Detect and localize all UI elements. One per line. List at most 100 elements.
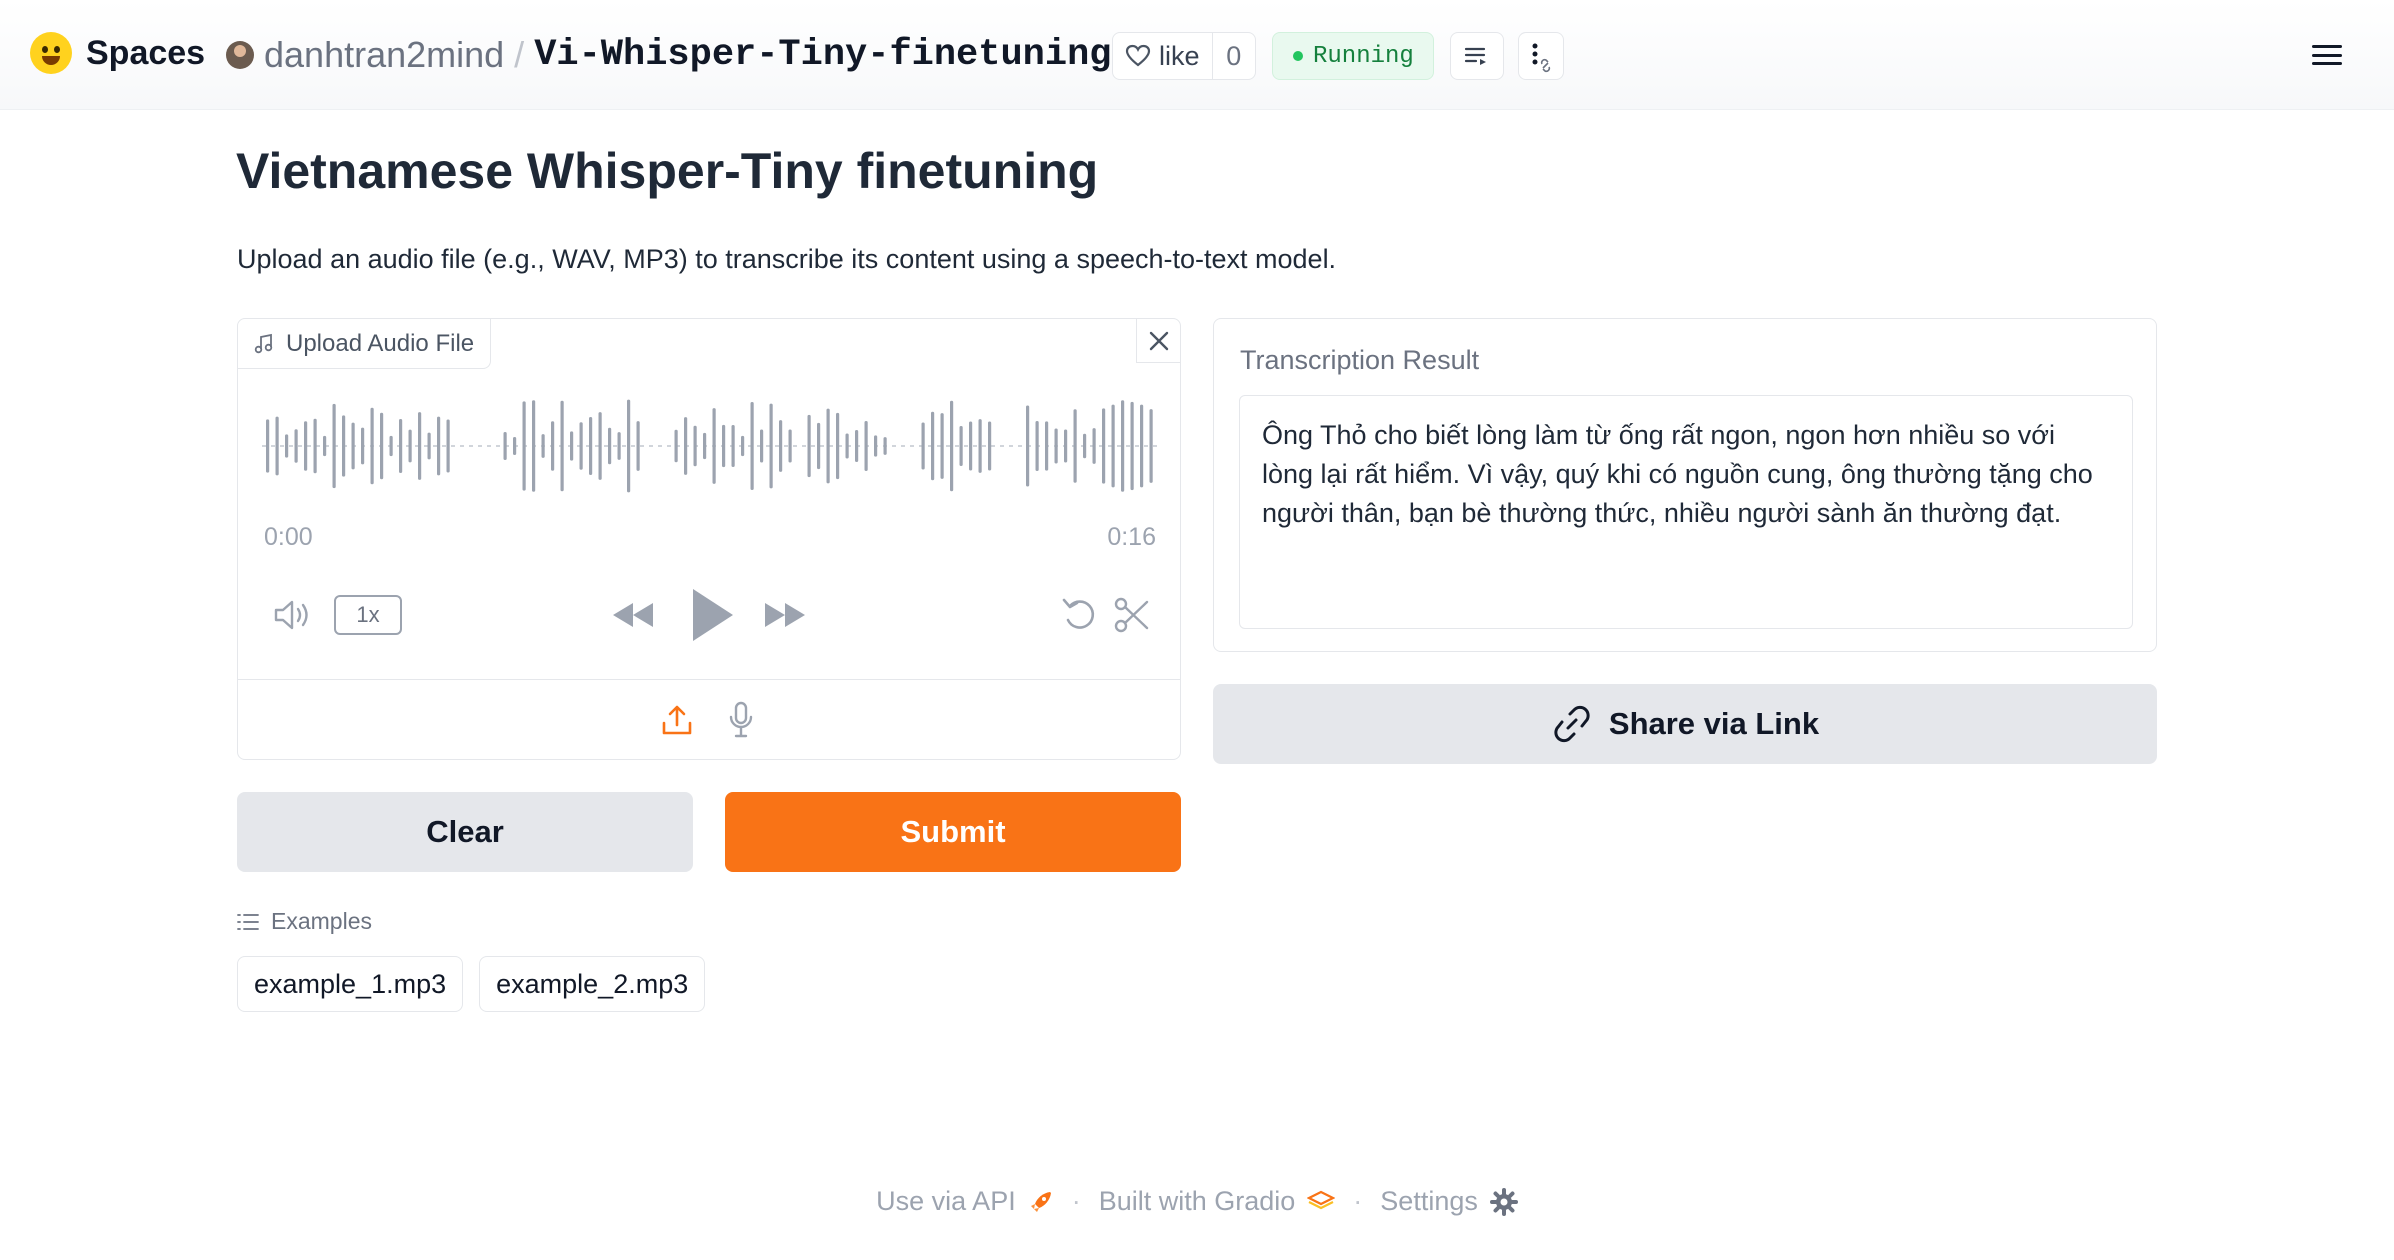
waveform-bar <box>560 400 564 492</box>
waveform-bar <box>826 408 830 484</box>
built-with-gradio-link[interactable]: Built with Gradio <box>1099 1186 1336 1217</box>
waveform-bar <box>589 416 593 476</box>
example-item[interactable]: example_2.mp3 <box>479 956 706 1012</box>
owner-avatar[interactable] <box>226 41 254 69</box>
clear-audio-button[interactable] <box>1136 319 1180 363</box>
waveform-bar <box>351 422 355 470</box>
waveform-bar <box>285 434 289 458</box>
share-via-link-button[interactable]: Share via Link <box>1213 684 2157 764</box>
waveform-bar <box>921 422 925 470</box>
waveform-bar <box>275 416 279 476</box>
waveform-bar <box>807 414 811 478</box>
volume-icon <box>274 600 308 630</box>
like-button[interactable]: like 0 <box>1112 32 1256 80</box>
waveform-bar <box>1092 428 1096 464</box>
rocket-icon <box>1030 1191 1051 1212</box>
waveform-bar <box>361 427 365 465</box>
repo-name-link[interactable]: Vi-Whisper-Tiny-finetuning <box>534 34 1111 76</box>
waveform-bar <box>931 411 935 481</box>
waveform-bar <box>836 412 840 480</box>
upload-source-button[interactable] <box>657 700 697 740</box>
waveform-bar <box>342 415 346 477</box>
waveform-bar <box>608 427 612 465</box>
waveform-bar <box>551 421 555 471</box>
waveform-bar <box>513 436 517 456</box>
more-options-button[interactable] <box>1518 32 1564 80</box>
waveform-bar <box>959 426 963 466</box>
waveform-bar <box>712 408 716 484</box>
waveform-bar <box>418 412 422 480</box>
audio-block-label: Upload Audio File <box>238 319 492 369</box>
waveform-bar <box>1073 409 1077 483</box>
breadcrumb: danhtran2mind / Vi-Whisper-Tiny-finetuni… <box>226 30 1156 80</box>
example-item[interactable]: example_1.mp3 <box>237 956 464 1012</box>
waveform-bar <box>332 403 336 489</box>
audio-waveform[interactable] <box>262 391 1158 501</box>
waveform-bar <box>1054 428 1058 464</box>
waveform-bar <box>389 435 393 457</box>
waveform-bar <box>722 424 726 468</box>
fast-forward-button[interactable] <box>760 597 810 633</box>
trim-button[interactable] <box>1110 595 1154 635</box>
waveform-bar <box>674 429 678 463</box>
owner-link[interactable]: danhtran2mind <box>264 34 504 76</box>
waveform-bar <box>855 430 859 462</box>
built-with-gradio-label: Built with Gradio <box>1098 1186 1296 1216</box>
heart-icon <box>1125 44 1151 67</box>
transcription-result-textbox[interactable]: Ông Thỏ cho biết lòng làm từ ống rất ngo… <box>1239 395 2133 629</box>
waveform-bar <box>266 419 270 473</box>
microphone-source-button[interactable] <box>721 700 761 740</box>
waveform-bar <box>988 421 992 471</box>
waveform-bar <box>950 400 954 492</box>
music-note-icon <box>254 333 273 353</box>
waveform-bar <box>750 401 754 491</box>
microphone-icon <box>729 701 753 737</box>
waveform-bar <box>731 424 735 468</box>
like-toggle[interactable]: like <box>1113 33 1213 79</box>
submit-button[interactable]: Submit <box>725 792 1181 872</box>
spaces-brand-label: Spaces <box>86 33 206 72</box>
waveform-bar <box>788 429 792 463</box>
examples-list: example_1.mp3 example_2.mp3 <box>237 956 706 1012</box>
gear-icon <box>1489 1187 1518 1216</box>
waveform-bar <box>969 421 973 471</box>
waveform-bar <box>598 412 602 480</box>
waveform-bar <box>1035 420 1039 472</box>
audio-label-text: Upload Audio File <box>286 329 475 357</box>
duration-time: 0:16 <box>1107 523 1156 551</box>
waveform-bar <box>617 432 621 460</box>
waveform-bar <box>845 433 849 459</box>
reset-trim-button[interactable] <box>1058 595 1102 635</box>
list-icon <box>237 913 259 930</box>
transcription-result-label: Transcription Result <box>1240 345 1480 375</box>
examples-label: Examples <box>271 908 372 934</box>
waveform-bar <box>1064 429 1068 463</box>
use-via-api-link[interactable]: Use via API <box>876 1186 1054 1217</box>
settings-label: Settings <box>1380 1186 1478 1216</box>
more-vertical-icon <box>1532 43 1551 73</box>
play-icon <box>693 589 733 641</box>
status-badge[interactable]: Running <box>1272 32 1434 80</box>
logs-button[interactable] <box>1450 32 1504 80</box>
like-count: 0 <box>1226 40 1242 71</box>
undo-icon <box>1062 598 1095 629</box>
waveform-bar <box>636 421 640 471</box>
settings-link[interactable]: Settings <box>1380 1186 1518 1217</box>
playback-speed-button[interactable]: 1x <box>334 595 402 635</box>
waveform-bar <box>1045 421 1049 471</box>
waveform-bar <box>427 432 431 460</box>
waveform-bar <box>446 419 450 473</box>
status-dot-icon <box>1293 51 1303 61</box>
rewind-button[interactable] <box>608 597 658 633</box>
waveform-bar <box>817 422 821 470</box>
waveform-bar <box>1102 408 1106 484</box>
play-button[interactable] <box>684 585 740 645</box>
clear-button[interactable]: Clear <box>237 792 693 872</box>
waveform-bar <box>940 413 944 479</box>
waveform-bar <box>693 425 697 467</box>
volume-button[interactable] <box>272 595 316 635</box>
spaces-home-link[interactable]: Spaces <box>30 32 205 74</box>
waveform-bar <box>779 420 783 472</box>
status-text: Running <box>1313 42 1414 70</box>
hamburger-menu-icon[interactable] <box>2312 42 2342 68</box>
